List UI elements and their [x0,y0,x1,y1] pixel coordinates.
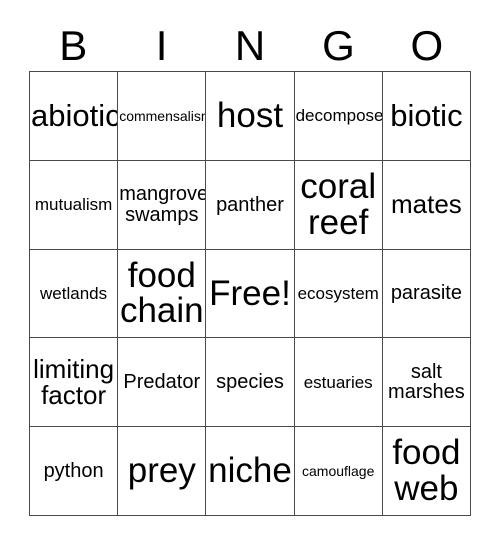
bingo-cell-r3c1[interactable]: wetlands [30,249,119,339]
bingo-grid: abiotic commensalism host decomposer bio… [29,71,471,516]
bingo-cell-r1c2[interactable]: commensalism [118,72,207,161]
bingo-cell-r5c3[interactable]: niche [206,427,295,516]
bingo-cell-r4c3[interactable]: species [206,338,295,428]
bingo-cell-r5c1[interactable]: python [30,427,119,516]
bingo-card: B I N G O abiotic commensalism host deco… [0,0,500,544]
bingo-cell-r1c1[interactable]: abiotic [30,72,119,161]
bingo-cell-label: salt marshes [388,360,465,404]
bingo-cell-label: niche [208,451,292,491]
bingo-cell-label: mangrove swamps [119,183,207,226]
bingo-cell-label: parasite [390,282,462,305]
bingo-cell-label: ecosystem [297,283,379,303]
bingo-cell-r5c2[interactable]: prey [118,427,207,516]
bingo-cell-r5c4[interactable]: camouflage [294,427,383,516]
bingo-cell-label: species [216,371,284,394]
bingo-cell-r4c5[interactable]: salt marshes [382,338,471,428]
bingo-cell-label: host [216,96,284,136]
bingo-cell-r4c2[interactable]: Predator [118,338,207,428]
bingo-cell-r3c2[interactable]: food chain [118,249,207,339]
bingo-cell-free-space[interactable]: Free! [206,249,295,339]
bingo-cell-r1c4[interactable]: decomposer [294,72,383,161]
bingo-cell-r1c3[interactable]: host [206,72,295,161]
bingo-header-letter-i: I [155,21,168,69]
bingo-cell-r4c4[interactable]: estuaries [294,338,383,428]
bingo-cell-r3c5[interactable]: parasite [382,249,471,339]
bingo-cell-label: coral reef [300,167,377,242]
bingo-cell-label: camouflage [302,462,375,479]
bingo-header-row: B I N G O [29,20,471,71]
bingo-cell-label: Free! [209,273,291,313]
bingo-header-letter-n: N [234,21,266,69]
bingo-cell-r2c5[interactable]: mates [382,160,471,250]
bingo-cell-r4c1[interactable]: limiting factor [30,338,119,428]
bingo-cell-label: abiotic [31,98,119,134]
bingo-cell-label: biotic [390,98,463,134]
bingo-cell-r2c1[interactable]: mutualism [30,160,119,250]
bingo-cell-label: limiting factor [33,353,115,411]
bingo-header-letter-o: O [410,21,444,69]
bingo-cell-label: prey [127,451,196,491]
bingo-cell-label: wetlands [40,283,108,303]
bingo-cell-r1c5[interactable]: biotic [382,72,471,161]
bingo-cell-label: estuaries [303,372,373,392]
bingo-cell-label: food web [392,433,461,509]
bingo-header-letter-g: G [322,21,355,69]
bingo-header-letter-b: B [59,21,88,69]
bingo-cell-label: panther [216,193,284,216]
bingo-cell-label: commensalism [119,107,207,124]
bingo-cell-label: decomposer [295,106,383,126]
bingo-cell-r2c4[interactable]: coral reef [294,160,383,250]
bingo-cell-label: mates [390,189,462,220]
bingo-cell-label: food chain [119,255,204,331]
bingo-cell-label: Predator [123,371,201,394]
bingo-cell-r2c3[interactable]: panther [206,160,295,250]
bingo-cell-label: mutualism [34,195,113,215]
bingo-cell-r3c4[interactable]: ecosystem [294,249,383,339]
bingo-cell-r2c2[interactable]: mangrove swamps [118,160,207,250]
bingo-cell-r5c5[interactable]: food web [382,427,471,516]
bingo-cell-label: python [43,459,104,482]
